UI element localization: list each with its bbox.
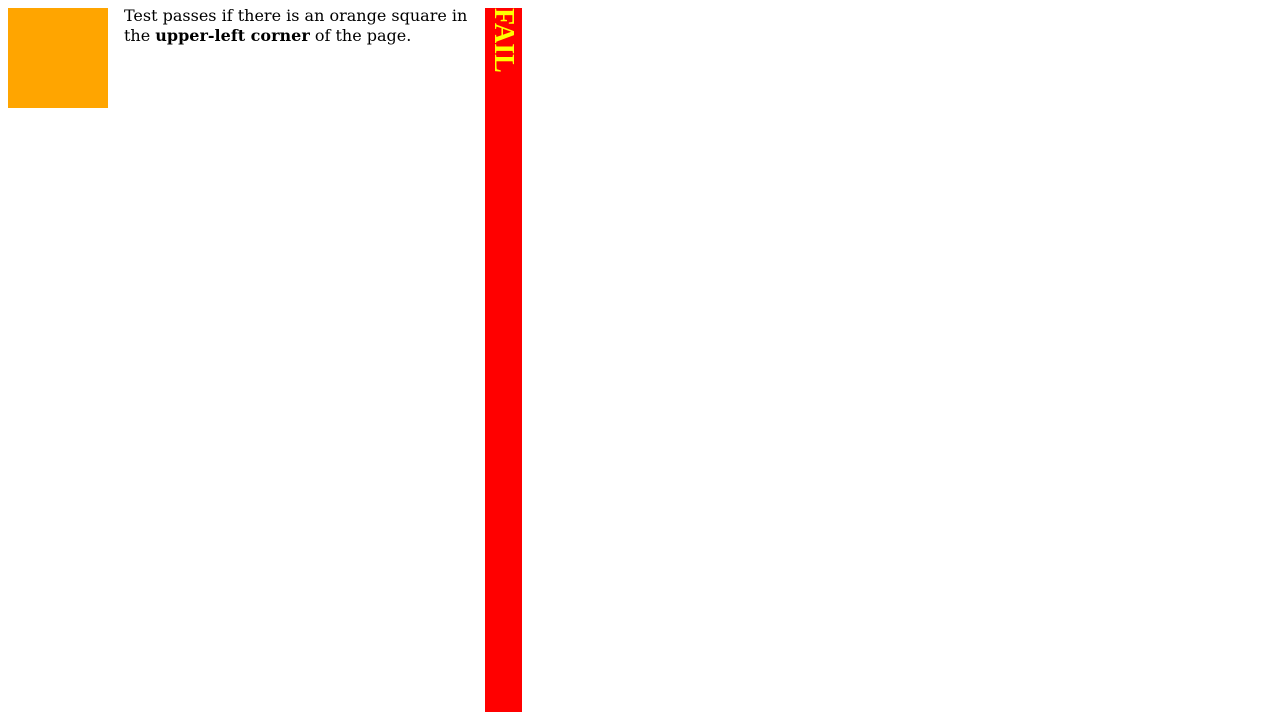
instructions-suffix: of the page.	[309, 26, 412, 45]
test-instructions: Test passes if there is an orange square…	[124, 6, 469, 46]
orange-square	[8, 8, 108, 108]
fail-indicator: FAIL	[485, 8, 522, 712]
fail-label: FAIL	[488, 8, 519, 73]
instructions-emphasis: upper-left corner	[155, 26, 310, 45]
